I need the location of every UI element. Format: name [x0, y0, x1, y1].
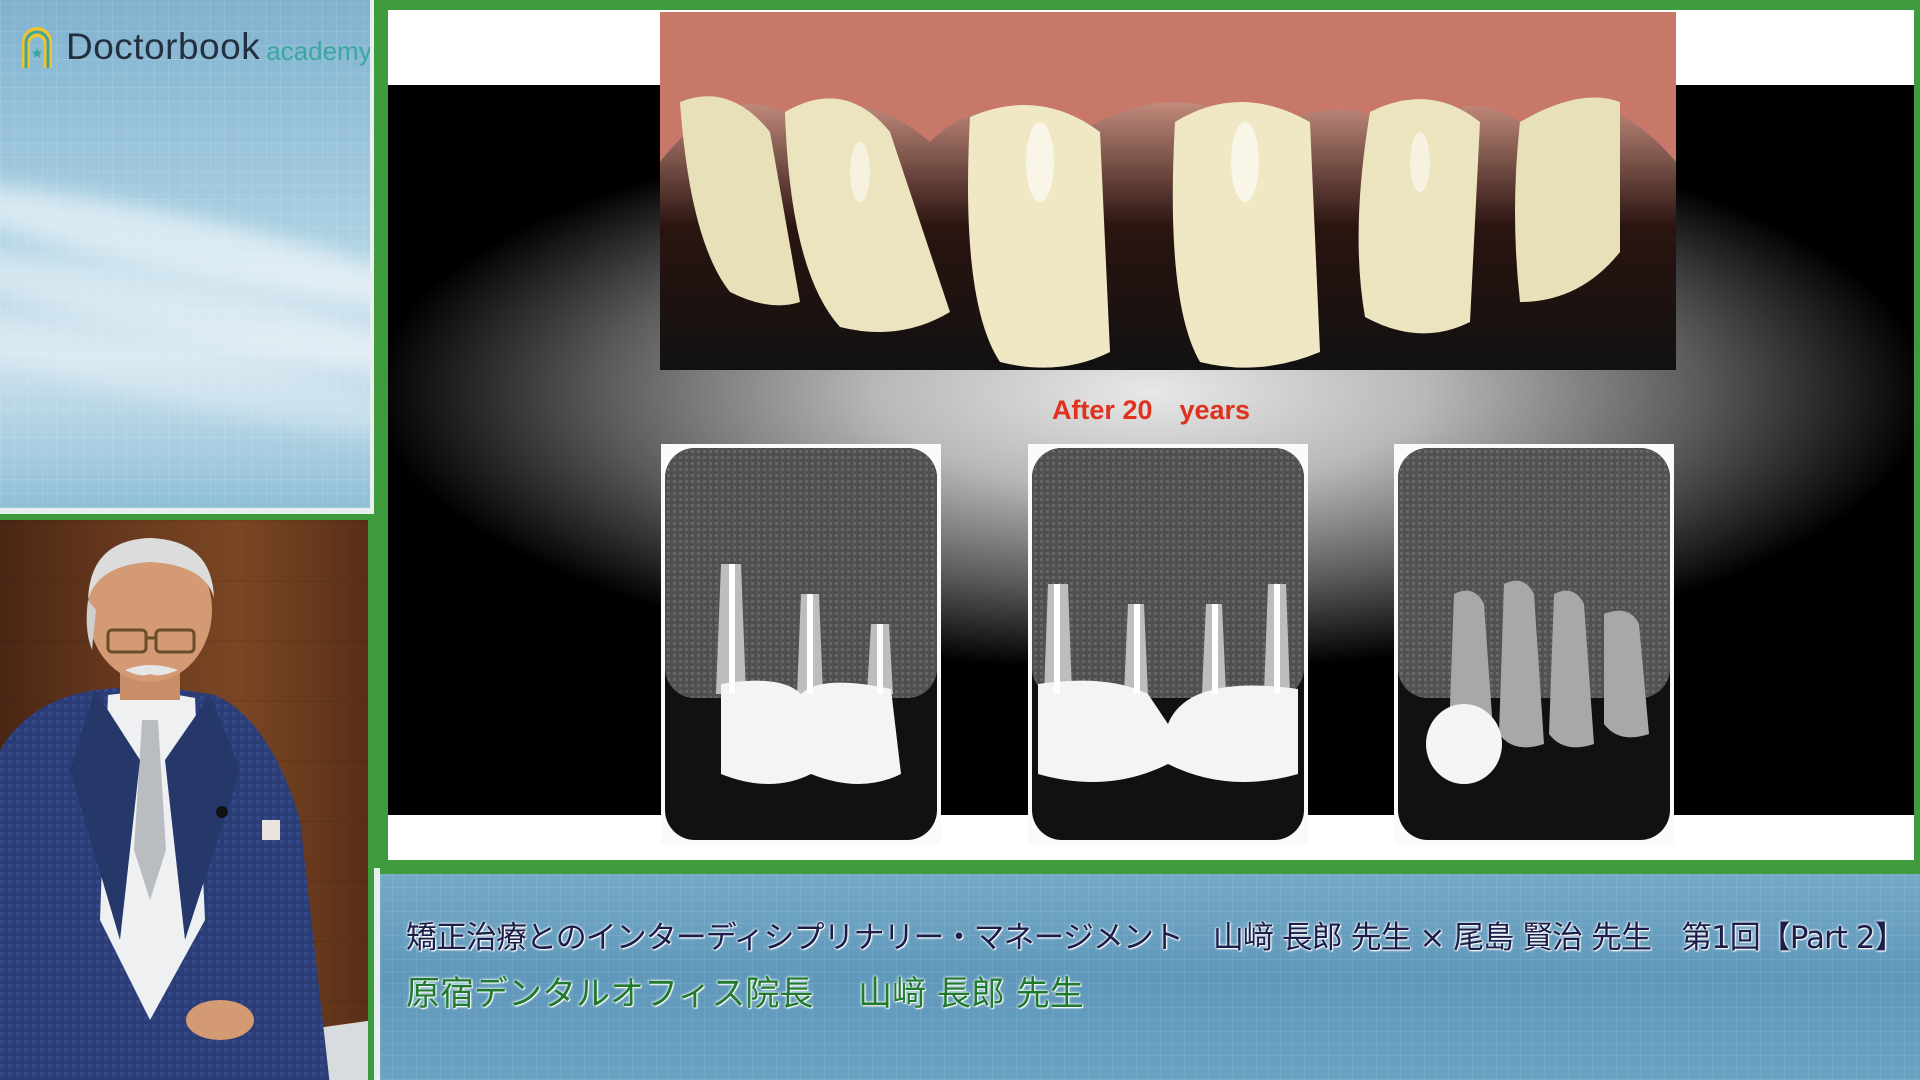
lecture-title: 矯正治療とのインターディシプリナリー・マネージメント 山﨑 長郎 先生 × 尾島…: [406, 920, 1905, 956]
xray-radiograph: [665, 448, 937, 840]
xray-image: [1394, 444, 1674, 844]
brand-name: Doctorbook: [66, 26, 261, 67]
slide-frame: After 20 years: [374, 0, 1920, 868]
xray-image: [1028, 444, 1308, 844]
arch-star-icon: [22, 27, 52, 68]
presenter-figure: [0, 538, 368, 1080]
brand-panel: Doctorbook academy: [0, 0, 370, 508]
xray-radiograph: [1032, 448, 1304, 840]
brand-logo: Doctorbook academy: [18, 24, 370, 70]
teeth-illustration: [660, 12, 1676, 368]
slide-caption: After 20 years: [1051, 395, 1251, 425]
intraoral-photo: [660, 12, 1676, 370]
xray-radiograph: [1398, 448, 1670, 840]
brand-subtitle: academy: [266, 35, 370, 66]
xray-image: [661, 444, 941, 844]
presenter-video: [0, 514, 374, 1080]
lecture-title-band: 矯正治療とのインターディシプリナリー・マネージメント 山﨑 長郎 先生 × 尾島…: [380, 868, 1920, 1080]
lecturer-name: 原宿デンタルオフィス院長 山﨑 長郎 先生: [406, 974, 1084, 1014]
lecture-slide: After 20 years: [388, 10, 1914, 860]
video-stage: Doctorbook academy After 20 years 矯正治療との…: [0, 0, 1920, 1080]
